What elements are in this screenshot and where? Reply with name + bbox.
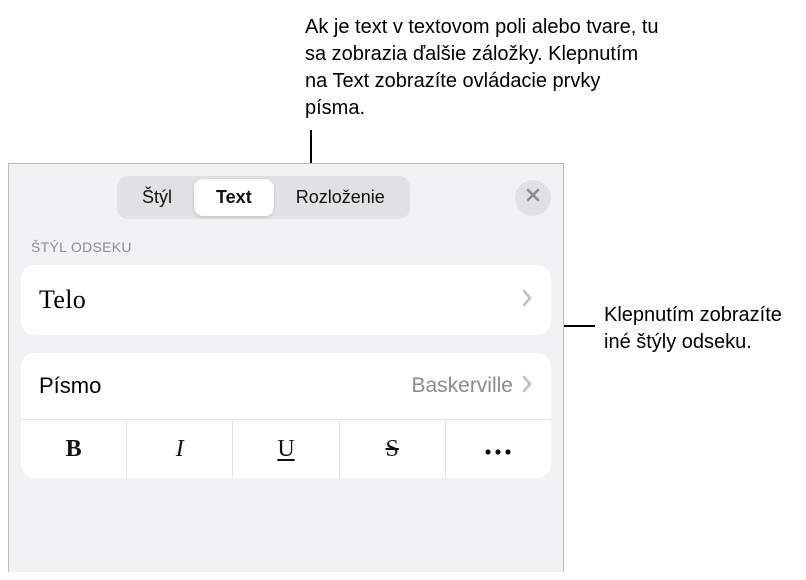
close-icon [525,187,541,208]
bold-button[interactable]: B [21,420,126,478]
more-text-options-button[interactable] [445,420,551,478]
font-row[interactable]: Písmo Baskerville [21,353,551,419]
panel-header: Štýl Text Rozloženie [9,164,563,233]
font-row-label: Písmo [39,373,101,399]
italic-button[interactable]: I [126,420,232,478]
text-style-buttons-row: B I U S [21,419,551,478]
more-icon [484,435,512,463]
format-panel: Štýl Text Rozloženie ŠTÝL ODSEKU Telo [8,163,564,572]
close-button[interactable] [515,180,551,216]
paragraph-style-card: Telo [21,265,551,335]
chevron-right-icon [521,375,533,398]
font-card: Písmo Baskerville B I U S [21,353,551,478]
underline-glyph: U [277,436,294,463]
tab-text[interactable]: Text [194,179,274,216]
underline-button[interactable]: U [232,420,338,478]
tab-layout[interactable]: Rozloženie [274,179,407,216]
strikethrough-button[interactable]: S [339,420,445,478]
callout-right: Klepnutím zobrazíte iné štýly odseku. [604,302,784,356]
strikethrough-glyph: S [386,436,399,463]
callout-top: Ak je text v textovom poli alebo tvare, … [305,14,665,122]
tab-style[interactable]: Štýl [120,179,194,216]
paragraph-style-row[interactable]: Telo [21,265,551,335]
tab-segmented-control: Štýl Text Rozloženie [117,176,410,219]
chevron-right-icon [521,289,533,312]
paragraph-style-value: Telo [39,285,86,315]
section-label-paragraph-style: ŠTÝL ODSEKU [9,233,563,265]
font-row-value: Baskerville [411,374,513,398]
